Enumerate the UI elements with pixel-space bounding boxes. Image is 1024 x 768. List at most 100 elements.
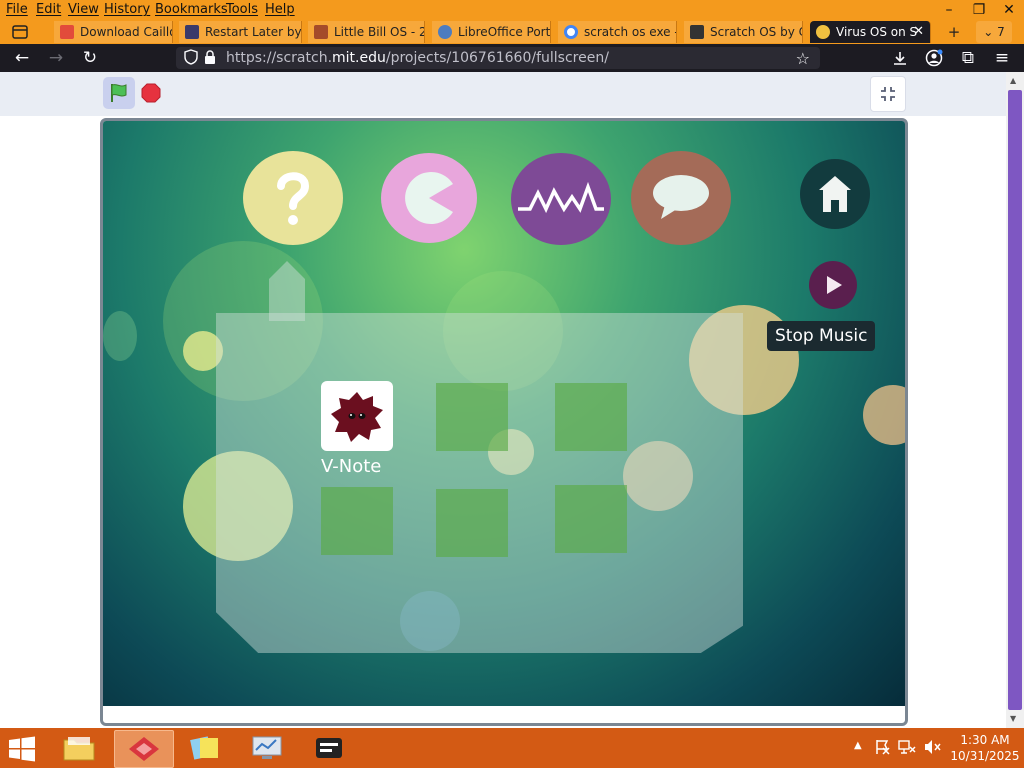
menu-help[interactable]: Help — [265, 2, 295, 17]
app-slot[interactable] — [321, 487, 393, 555]
extensions-button[interactable]: ⧉ — [956, 48, 980, 68]
exit-fullscreen-button[interactable] — [870, 76, 906, 112]
bookmark-star-icon[interactable]: ☆ — [796, 49, 810, 68]
app-window-panel — [216, 313, 743, 653]
stage-frame: V-Note Stop Music — [100, 118, 908, 726]
home-button[interactable] — [800, 159, 870, 229]
navigation-bar: ← → ↻ https://scratch.mit.edu/projects/1… — [0, 44, 1024, 72]
restore-button[interactable]: ❐ — [964, 0, 994, 20]
tab-scratch-os-exe[interactable]: scratch os exe - — [558, 21, 677, 43]
download-icon — [894, 52, 906, 65]
volume-muted-icon[interactable] — [924, 739, 942, 759]
back-button[interactable]: ← — [10, 48, 34, 68]
window-app-icon — [316, 738, 342, 758]
tab-scratch-os-by[interactable]: Scratch OS by C — [684, 21, 803, 43]
start-button[interactable] — [8, 736, 38, 762]
tab-favicon — [438, 25, 452, 39]
app-slot[interactable] — [436, 383, 508, 451]
scroll-up-icon[interactable]: ▲ — [1010, 76, 1016, 85]
forward-button[interactable]: → — [44, 48, 68, 68]
google-icon — [564, 25, 578, 39]
tab-overflow-button[interactable]: ⌄ 7 — [976, 21, 1012, 43]
tab-libreoffice-portable[interactable]: LibreOffice Porta — [432, 21, 551, 43]
tab-title: Virus OS on S — [836, 25, 918, 39]
new-tab-button[interactable]: + — [940, 21, 968, 43]
shield-icon[interactable] — [184, 49, 198, 69]
tab-favicon — [185, 25, 199, 39]
tab-favicon — [60, 25, 74, 39]
menu-edit[interactable]: Edit — [36, 2, 61, 17]
green-flag-icon — [111, 84, 127, 102]
bokeh-light — [863, 385, 905, 445]
downloads-button[interactable] — [888, 48, 912, 68]
action-center-flag-icon[interactable] — [874, 739, 890, 759]
sticky-notes-icon — [190, 736, 218, 760]
chat-icon — [653, 175, 709, 219]
show-hidden-icons-chevron-icon[interactable]: ▲ — [854, 740, 862, 751]
clock-date: 10/31/2025 — [950, 749, 1020, 763]
close-window-button[interactable]: ✕ — [994, 0, 1024, 20]
vertical-scrollbar[interactable]: ▲ ▼ — [1006, 72, 1024, 728]
tab-little-bill-os[interactable]: Little Bill OS - 20 — [308, 21, 425, 43]
app-slot[interactable] — [555, 485, 627, 553]
menu-bar: File Edit View History Bookmarks Tools H… — [0, 0, 940, 20]
green-flag-button[interactable] — [103, 77, 135, 109]
taskbar-file-explorer[interactable] — [50, 730, 108, 766]
tab-favicon — [816, 25, 830, 39]
taskbar-sticky-notes[interactable] — [176, 730, 234, 766]
clock-time: 1:30 AM — [960, 733, 1010, 747]
player-controls-bar — [0, 72, 1006, 116]
tab-count: 7 — [997, 25, 1005, 39]
tab-manager-icon[interactable] — [6, 21, 34, 43]
monitor-icon — [252, 736, 282, 759]
stop-music-button[interactable]: Stop Music — [767, 321, 876, 351]
hamburger-icon: ≡ — [994, 48, 1010, 68]
app-menu-button[interactable]: ≡ — [990, 48, 1014, 68]
play-music-button[interactable] — [809, 261, 857, 309]
account-icon — [925, 49, 943, 67]
menu-history[interactable]: History — [104, 2, 150, 17]
taskbar-clock[interactable]: 1:30 AM 10/31/2025 — [950, 732, 1020, 764]
taskbar-monitor-app[interactable] — [238, 730, 296, 766]
stop-button[interactable] — [141, 83, 161, 103]
tab-virus-os[interactable]: Virus OS on S ✕ — [810, 21, 931, 43]
tab-favicon — [690, 25, 704, 39]
help-icon — [277, 172, 310, 225]
menu-view[interactable]: View — [68, 2, 99, 17]
menu-file[interactable]: File — [6, 2, 28, 17]
lock-icon[interactable] — [204, 50, 216, 69]
reload-button[interactable]: ↻ — [78, 48, 102, 68]
music-app-button[interactable] — [511, 153, 611, 245]
account-button[interactable] — [922, 48, 946, 68]
app-slot[interactable] — [555, 383, 627, 451]
app-slot[interactable] — [436, 489, 508, 557]
url-bar[interactable]: https://scratch.mit.edu/projects/1067616… — [176, 47, 820, 69]
tab-download-caillou[interactable]: Download Caillo — [54, 21, 173, 43]
puzzle-icon: ⧉ — [961, 48, 975, 68]
taskbar-browser[interactable] — [114, 730, 174, 768]
network-icon[interactable] — [898, 739, 916, 759]
menu-tools[interactable]: Tools — [226, 2, 258, 17]
game-app-button[interactable] — [381, 153, 477, 243]
url-text: https://scratch.mit.edu/projects/1067616… — [226, 50, 609, 66]
menu-bookmarks[interactable]: Bookmarks — [155, 2, 228, 17]
tab-title: Restart Later by — [205, 25, 302, 39]
scrollbar-thumb[interactable] — [1008, 90, 1022, 710]
scroll-down-icon[interactable]: ▼ — [1010, 714, 1016, 723]
tab-title: Little Bill OS - 20 — [334, 25, 425, 39]
bokeh-light — [103, 311, 137, 361]
pacman-icon — [405, 172, 453, 224]
help-app-button[interactable] — [243, 151, 343, 245]
stop-sign-icon — [141, 83, 161, 103]
tab-restart-later[interactable]: Restart Later by — [179, 21, 302, 43]
minimize-button[interactable]: – — [934, 0, 964, 20]
project-stage[interactable]: V-Note Stop Music — [103, 121, 905, 706]
home-icon — [819, 176, 851, 212]
window-controls: – ❐ ✕ — [934, 0, 1024, 20]
chevron-down-icon: ⌄ — [983, 25, 998, 39]
chat-app-button[interactable] — [631, 151, 731, 245]
close-tab-icon[interactable]: ✕ — [913, 24, 924, 39]
tab-favicon — [314, 25, 328, 39]
taskbar-terminal-app[interactable] — [300, 730, 358, 766]
v-note-app-button[interactable] — [321, 381, 393, 451]
